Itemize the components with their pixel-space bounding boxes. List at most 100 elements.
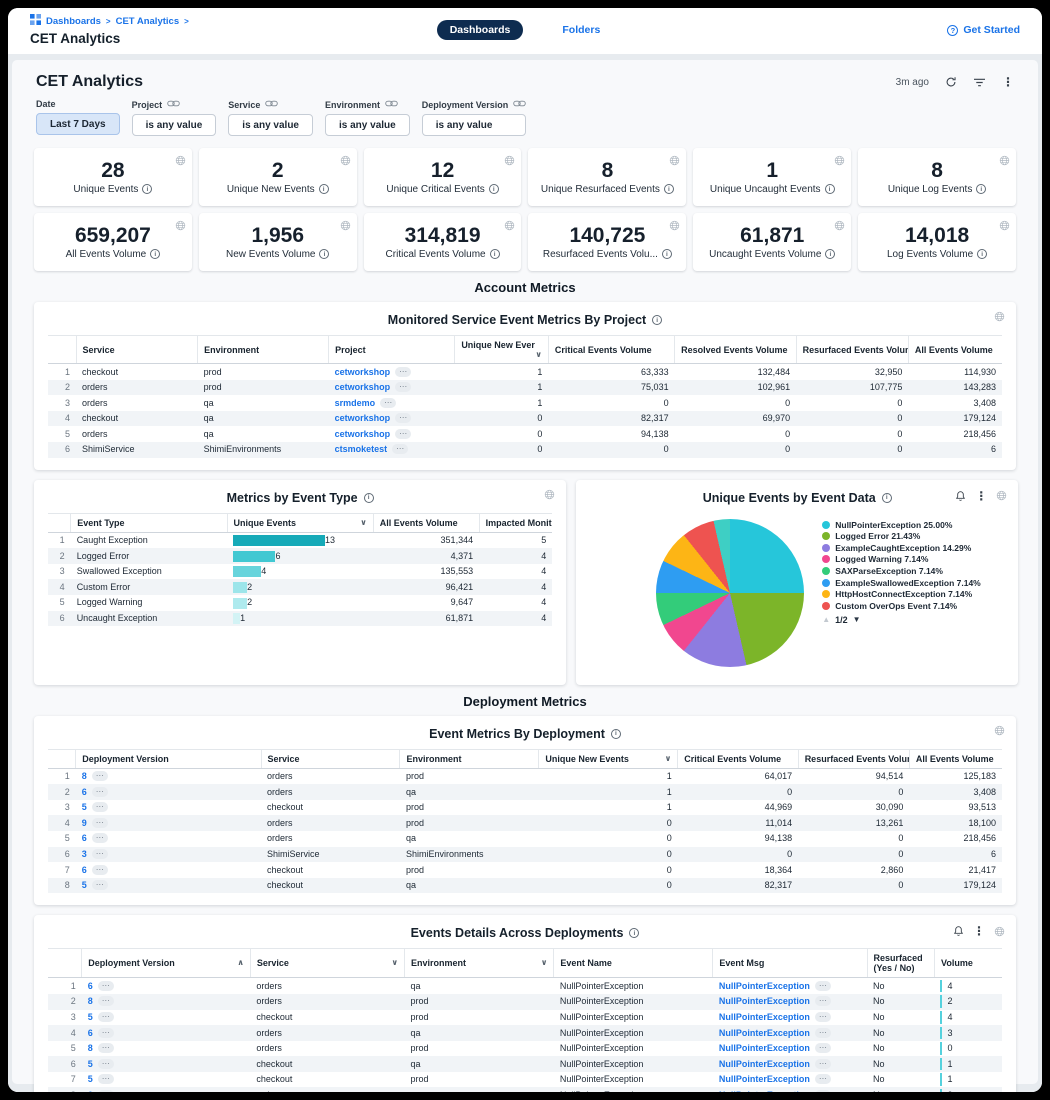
cell-link[interactable]: NullPointerException — [719, 1028, 810, 1038]
cell-link[interactable]: ctsmoketest — [335, 444, 388, 454]
legend-item[interactable]: Logged Error 21.43% — [822, 531, 1000, 542]
column-header-deployment-version[interactable]: Deployment Version∧ — [82, 949, 251, 978]
cell-link[interactable]: 8 — [88, 996, 93, 1006]
tab-dashboards[interactable]: Dashboards — [437, 20, 524, 40]
kebab-icon[interactable]: ⋮ — [975, 489, 987, 503]
apps-grid-icon[interactable] — [30, 14, 41, 28]
breadcrumb-link[interactable]: Dashboards — [46, 16, 101, 27]
cell-link[interactable]: cetworkshop — [335, 429, 391, 439]
kebab-icon[interactable]: ⋮ — [973, 924, 985, 938]
info-icon[interactable]: i — [319, 184, 329, 194]
info-icon[interactable]: i — [662, 249, 672, 259]
globe-icon[interactable] — [544, 489, 555, 500]
globe-icon[interactable] — [175, 153, 186, 171]
info-icon[interactable]: i — [825, 184, 835, 194]
globe-icon[interactable] — [994, 725, 1005, 736]
column-header-environment[interactable]: Environment∨ — [405, 949, 554, 978]
cell-link[interactable]: 6 — [82, 865, 87, 875]
globe-icon[interactable] — [834, 153, 845, 171]
column-header-unique-events[interactable]: Unique Events∨ — [227, 513, 373, 532]
more-dots-icon[interactable]: ⋯ — [92, 787, 108, 797]
info-icon[interactable]: i — [490, 249, 500, 259]
info-icon[interactable]: i — [652, 315, 662, 325]
globe-icon[interactable] — [669, 218, 680, 236]
cell-link[interactable]: 6 — [88, 1028, 93, 1038]
cell-link[interactable]: 5 — [88, 1059, 93, 1069]
filter-value-chip[interactable]: is any value — [132, 114, 217, 136]
cell-link[interactable]: NullPointerException — [719, 1090, 810, 1092]
globe-icon[interactable] — [504, 218, 515, 236]
more-dots-icon[interactable]: ⋯ — [815, 981, 831, 991]
more-dots-icon[interactable]: ⋯ — [98, 981, 114, 991]
info-icon[interactable]: i — [977, 249, 987, 259]
globe-icon[interactable] — [996, 490, 1007, 501]
cell-link[interactable]: 5 — [82, 802, 87, 812]
kebab-menu-icon[interactable]: ⋮ — [1002, 75, 1014, 89]
cell-link[interactable]: NullPointerException — [719, 996, 810, 1006]
cell-link[interactable]: 5 — [82, 880, 87, 890]
bell-icon[interactable] — [953, 925, 964, 937]
legend-item[interactable]: HttpHostConnectException 7.14% — [822, 589, 1000, 600]
more-dots-icon[interactable]: ⋯ — [815, 1074, 831, 1084]
globe-icon[interactable] — [175, 218, 186, 236]
more-dots-icon[interactable]: ⋯ — [98, 1059, 114, 1069]
globe-icon[interactable] — [669, 153, 680, 171]
more-dots-icon[interactable]: ⋯ — [815, 1059, 831, 1069]
legend-item[interactable]: NullPointerException 25.00% — [822, 520, 1000, 531]
page-up-icon[interactable]: ▲ — [822, 615, 830, 624]
cell-link[interactable]: srmdemo — [335, 398, 376, 408]
cell-link[interactable]: 6 — [82, 787, 87, 797]
more-dots-icon[interactable]: ⋯ — [92, 865, 108, 875]
cell-link[interactable]: 6 — [82, 833, 87, 843]
legend-item[interactable]: Custom OverOps Event 7.14% — [822, 601, 1000, 612]
globe-icon[interactable] — [994, 311, 1005, 322]
cell-link[interactable]: 9 — [82, 818, 87, 828]
filter-icon[interactable] — [973, 77, 986, 88]
cell-link[interactable]: NullPointerException — [719, 1012, 810, 1022]
cell-link[interactable]: cetworkshop — [335, 382, 391, 392]
info-icon[interactable]: i — [825, 249, 835, 259]
filter-value-chip[interactable]: is any value — [228, 114, 313, 136]
column-header-service[interactable]: Service∨ — [250, 949, 404, 978]
cell-link[interactable]: 8 — [82, 771, 87, 781]
cell-link[interactable]: cetworkshop — [335, 367, 391, 377]
legend-item[interactable]: Logged Warning 7.14% — [822, 554, 1000, 565]
more-dots-icon[interactable]: ⋯ — [395, 413, 411, 423]
more-dots-icon[interactable]: ⋯ — [92, 818, 108, 828]
more-dots-icon[interactable]: ⋯ — [98, 1090, 114, 1092]
cell-link[interactable]: 8 — [88, 1043, 93, 1053]
cell-link[interactable]: 6 — [88, 981, 93, 991]
info-icon[interactable]: i — [142, 184, 152, 194]
page-down-icon[interactable]: ▼ — [853, 615, 861, 624]
cell-link[interactable]: NullPointerException — [719, 981, 810, 991]
info-icon[interactable]: i — [882, 493, 892, 503]
more-dots-icon[interactable]: ⋯ — [815, 1028, 831, 1038]
cell-link[interactable]: NullPointerException — [719, 1059, 810, 1069]
globe-icon[interactable] — [999, 218, 1010, 236]
filter-value-chip[interactable]: is any value — [422, 114, 527, 136]
get-started-button[interactable]: ? Get Started — [947, 24, 1020, 36]
globe-icon[interactable] — [340, 218, 351, 236]
globe-icon[interactable] — [504, 153, 515, 171]
more-dots-icon[interactable]: ⋯ — [92, 802, 108, 812]
more-dots-icon[interactable]: ⋯ — [98, 1074, 114, 1084]
legend-item[interactable]: ExampleSwallowedException 7.14% — [822, 578, 1000, 589]
cell-link[interactable]: 5 — [88, 1012, 93, 1022]
info-icon[interactable]: i — [150, 249, 160, 259]
more-dots-icon[interactable]: ⋯ — [815, 1090, 831, 1092]
cell-link[interactable]: NullPointerException — [719, 1074, 810, 1084]
info-icon[interactable]: i — [489, 184, 499, 194]
info-icon[interactable]: i — [664, 184, 674, 194]
tab-folders[interactable]: Folders — [549, 20, 613, 40]
more-dots-icon[interactable]: ⋯ — [98, 1028, 114, 1038]
more-dots-icon[interactable]: ⋯ — [815, 1012, 831, 1022]
bell-icon[interactable] — [955, 490, 966, 502]
more-dots-icon[interactable]: ⋯ — [98, 1043, 114, 1053]
more-dots-icon[interactable]: ⋯ — [92, 833, 108, 843]
breadcrumb-link[interactable]: CET Analytics — [116, 16, 180, 27]
more-dots-icon[interactable]: ⋯ — [392, 444, 408, 454]
more-dots-icon[interactable]: ⋯ — [395, 429, 411, 439]
cell-link[interactable]: cetworkshop — [335, 413, 391, 423]
more-dots-icon[interactable]: ⋯ — [395, 382, 411, 392]
filter-value-chip[interactable]: is any value — [325, 114, 410, 136]
